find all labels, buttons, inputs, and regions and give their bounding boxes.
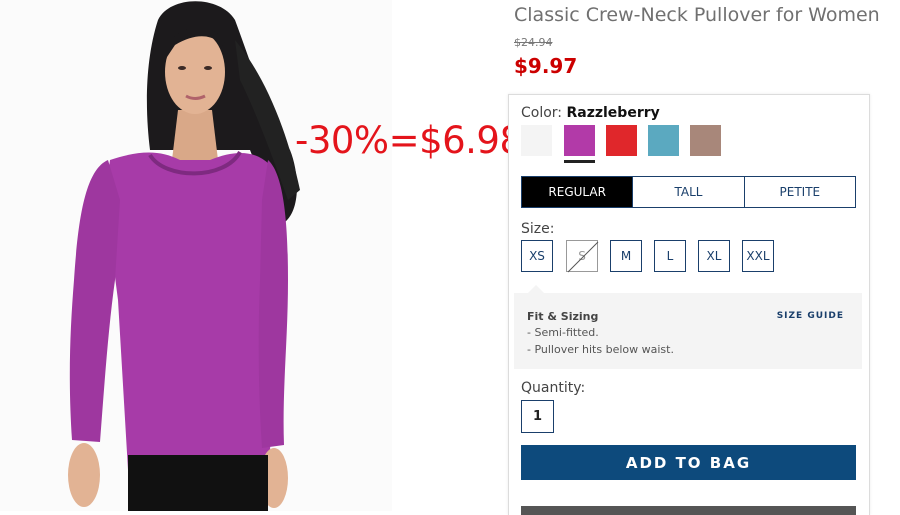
swatch-razzleberry[interactable] [564,125,595,163]
size-button-m[interactable]: M [610,240,642,272]
product-title: Classic Crew-Neck Pullover for Women [514,4,880,26]
promo-discount-text: -30%=$6.98 [295,119,523,162]
fit-tab-regular[interactable]: REGULAR [522,177,634,207]
color-label: Color: [521,105,563,121]
fit-detail-line: - Pullover hits below waist. [527,343,674,356]
add-to-bag-button[interactable]: ADD TO BAG [521,445,856,480]
size-button-l[interactable]: L [654,240,686,272]
quantity-label: Quantity: [521,380,586,396]
size-button-xxl[interactable]: XXL [742,240,774,272]
product-image [0,0,392,511]
fit-tab-petite[interactable]: PETITE [745,177,855,207]
quantity-input[interactable]: 1 [521,400,554,433]
fit-detail-line: - Semi-fitted. [527,326,599,339]
product-options-panel: Color: Razzleberry REGULAR TALL PETITE S… [508,94,870,515]
original-price: $24.94 [514,36,553,49]
size-button-xs[interactable]: XS [521,240,553,272]
sale-price: $9.97 [514,54,578,78]
size-button-s[interactable]: S [566,240,599,273]
unavailable-slash-icon [567,241,599,273]
swatch-taupe[interactable] [690,125,721,156]
fit-sizing-box: Fit & Sizing SIZE GUIDE - Semi-fitted. -… [514,285,862,369]
fit-sizing-title: Fit & Sizing [527,310,599,323]
swatch-teal[interactable] [648,125,679,156]
size-guide-link[interactable]: SIZE GUIDE [777,311,844,321]
fit-tabs: REGULAR TALL PETITE [521,176,856,208]
size-label: Size: [521,221,555,237]
swatch-white[interactable] [521,125,552,156]
fit-tab-tall[interactable]: TALL [633,177,745,207]
size-button-xl[interactable]: XL [698,240,730,272]
selected-color-name: Razzleberry [566,105,660,121]
swatch-red[interactable] [606,125,637,156]
color-row: Color: Razzleberry [521,105,660,121]
